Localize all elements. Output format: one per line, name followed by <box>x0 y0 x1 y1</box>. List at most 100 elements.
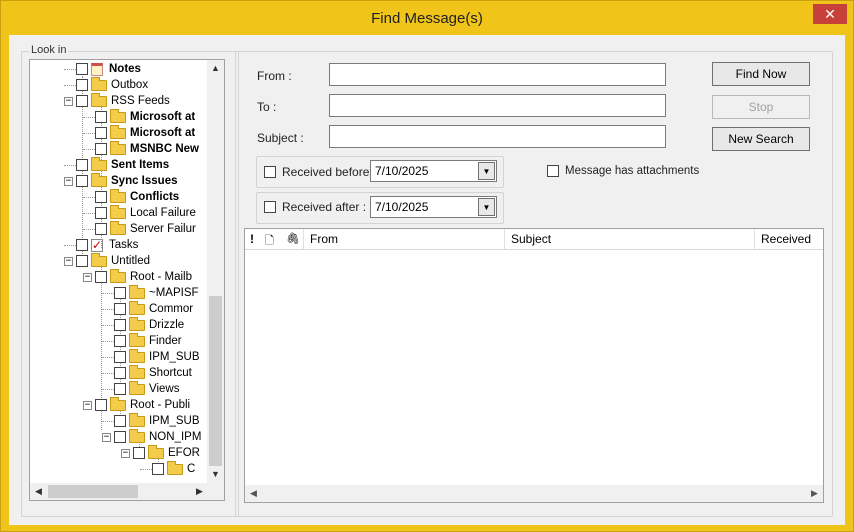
tree-item-checkbox[interactable] <box>114 383 126 395</box>
scroll-right-icon[interactable]: ▶ <box>191 483 208 500</box>
tree-item[interactable]: Views <box>102 380 179 397</box>
collapse-icon[interactable]: − <box>102 432 111 442</box>
scroll-down-icon[interactable]: ▼ <box>207 466 224 483</box>
tree-item[interactable]: Finder <box>102 332 182 349</box>
to-input[interactable] <box>329 94 666 117</box>
collapse-icon[interactable]: − <box>64 96 73 106</box>
collapse-icon[interactable]: − <box>121 448 130 458</box>
tree-item-checkbox[interactable] <box>95 223 107 235</box>
tree-item-checkbox[interactable] <box>114 415 126 427</box>
tree-hscroll-thumb[interactable] <box>48 485 138 498</box>
tree-item-checkbox[interactable] <box>76 255 88 267</box>
subject-input[interactable] <box>329 125 666 148</box>
scroll-left-icon[interactable]: ◀ <box>30 483 47 500</box>
results-list[interactable]: ! 🗋 🖇 From Subject Received ◀ ▶ <box>244 228 824 503</box>
received-after-date-picker[interactable]: 7/10/2025 ▼ <box>370 196 497 218</box>
tree-item-checkbox[interactable] <box>95 111 107 123</box>
received-before-checkbox[interactable] <box>264 166 276 178</box>
scroll-left-icon[interactable]: ◀ <box>245 485 262 502</box>
tree-item[interactable]: − RSS Feeds <box>64 92 170 109</box>
tree-item-checkbox[interactable] <box>114 287 126 299</box>
tree-item-checkbox[interactable] <box>76 175 88 187</box>
tree-item[interactable]: Drizzle <box>102 316 184 333</box>
tree-item-checkbox[interactable] <box>114 303 126 315</box>
received-before-date-picker[interactable]: 7/10/2025 ▼ <box>370 160 497 182</box>
tree-item[interactable]: Notes <box>64 61 141 77</box>
collapse-icon[interactable]: − <box>83 400 92 410</box>
results-horizontal-scrollbar[interactable]: ◀ ▶ <box>245 485 823 502</box>
chevron-down-icon[interactable]: ▼ <box>478 198 495 216</box>
title-bar[interactable]: Find Message(s) ✕ <box>1 1 853 35</box>
tree-item-checkbox[interactable] <box>95 191 107 203</box>
tree-item[interactable]: Commor <box>102 300 193 317</box>
tree-vscroll-thumb[interactable] <box>209 296 222 466</box>
tree-item-checkbox[interactable] <box>133 447 145 459</box>
tree-item[interactable]: Server Failur <box>83 220 196 237</box>
attachment-column-header[interactable]: 🖇 <box>286 232 300 245</box>
tree-item-checkbox[interactable] <box>95 207 107 219</box>
tree-item-checkbox[interactable] <box>152 463 164 475</box>
folder-tree-view[interactable]: Notes Outbox − RSS Feeds Microsoft at Microso… <box>29 59 225 501</box>
tree-item-checkbox[interactable] <box>95 399 107 411</box>
tree-item[interactable]: − EFOR <box>121 444 200 461</box>
find-now-button[interactable]: Find Now <box>712 62 810 86</box>
collapse-icon[interactable]: − <box>83 272 92 282</box>
tree-connector <box>64 68 76 70</box>
tree-horizontal-scrollbar[interactable]: ◀ ▶ <box>30 483 208 500</box>
tree-item-checkbox[interactable] <box>76 63 88 75</box>
tree-item[interactable]: Conflicts <box>83 188 179 205</box>
tree-connector <box>83 116 95 118</box>
tree-item[interactable]: Microsoft at <box>83 108 195 125</box>
column-separator[interactable] <box>303 229 304 249</box>
tree-vertical-scrollbar[interactable]: ▲ ▼ <box>207 60 224 483</box>
tree-item[interactable]: Microsoft at <box>83 124 195 141</box>
tree-item-checkbox[interactable] <box>76 239 88 251</box>
tree-item[interactable]: − Untitled <box>64 252 150 269</box>
tree-item-checkbox[interactable] <box>114 367 126 379</box>
collapse-icon[interactable]: − <box>64 176 73 186</box>
has-attachments-checkbox[interactable] <box>547 165 559 177</box>
tree-item[interactable]: Shortcut <box>102 364 192 381</box>
tree-item-label: Root - Publi <box>130 399 191 411</box>
tree-item-checkbox[interactable] <box>76 159 88 171</box>
item-type-column-header[interactable]: 🗋 <box>265 232 274 251</box>
tree-item[interactable]: − Sync Issues <box>64 172 177 189</box>
tree-item[interactable]: IPM_SUB <box>102 412 200 429</box>
tree-item-checkbox[interactable] <box>76 95 88 107</box>
received-after-checkbox[interactable] <box>264 201 276 213</box>
tree-item[interactable]: IPM_SUB <box>102 348 200 365</box>
subject-column-header[interactable]: Subject <box>511 232 551 246</box>
column-separator[interactable] <box>504 229 505 249</box>
close-button[interactable]: ✕ <box>813 4 847 24</box>
tree-item-checkbox[interactable] <box>76 79 88 91</box>
new-search-button[interactable]: New Search <box>712 127 810 151</box>
tree-item[interactable]: ~MAPISF <box>102 284 199 301</box>
tree-item[interactable]: − NON_IPM <box>102 428 201 445</box>
tree-item-checkbox[interactable] <box>95 127 107 139</box>
tree-item[interactable]: Outbox <box>64 76 148 93</box>
stop-button[interactable]: Stop <box>712 95 810 119</box>
tree-item-checkbox[interactable] <box>114 335 126 347</box>
from-column-header[interactable]: From <box>310 232 338 246</box>
from-input[interactable] <box>329 63 666 86</box>
tree-item[interactable]: ✓ Tasks <box>64 237 138 253</box>
tree-item[interactable]: Sent Items <box>64 156 169 173</box>
importance-column-header[interactable]: ! <box>250 232 254 246</box>
column-separator[interactable] <box>754 229 755 249</box>
tree-item[interactable]: MSNBC New <box>83 140 199 157</box>
tree-item[interactable]: C <box>140 460 195 477</box>
tree-item-checkbox[interactable] <box>114 431 126 443</box>
scroll-right-icon[interactable]: ▶ <box>806 485 823 502</box>
received-column-header[interactable]: Received <box>761 232 811 246</box>
collapse-icon[interactable]: − <box>64 256 73 266</box>
tree-item-checkbox[interactable] <box>95 143 107 155</box>
tree-item-label: ~MAPISF <box>149 287 199 299</box>
tree-item[interactable]: Local Failure <box>83 204 196 221</box>
tree-item[interactable]: − Root - Mailb <box>83 268 192 285</box>
scroll-up-icon[interactable]: ▲ <box>207 60 224 77</box>
tree-item-checkbox[interactable] <box>95 271 107 283</box>
tree-item-checkbox[interactable] <box>114 351 126 363</box>
chevron-down-icon[interactable]: ▼ <box>478 162 495 180</box>
tree-item[interactable]: − Root - Publi <box>83 396 191 413</box>
tree-item-checkbox[interactable] <box>114 319 126 331</box>
